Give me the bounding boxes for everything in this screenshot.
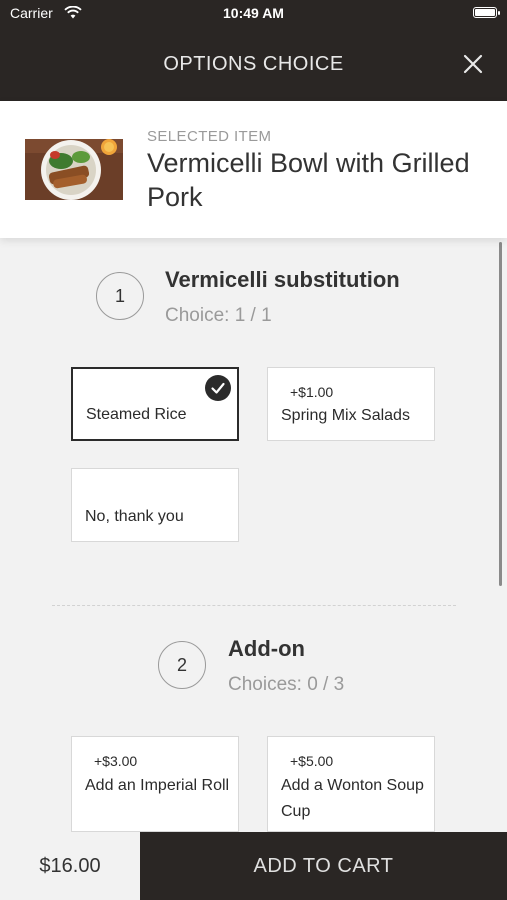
status-bar: Carrier 10:49 AM xyxy=(0,0,507,26)
close-icon[interactable] xyxy=(461,52,485,76)
options-list[interactable]: 1 Vermicelli substitution Choice: 1 / 1 … xyxy=(0,238,507,832)
selected-item-label: SELECTED ITEM xyxy=(147,128,272,145)
option-no-thank-you[interactable]: No, thank you xyxy=(71,468,239,542)
total-price: $16.00 xyxy=(0,832,140,900)
group-title: Add-on xyxy=(228,636,305,661)
header-bar: OPTIONS CHOICE xyxy=(0,26,507,101)
option-label: Add a Wonton Soup Cup xyxy=(281,777,424,820)
group-choice-count: Choices: 0 / 3 xyxy=(228,674,345,695)
divider xyxy=(52,605,456,606)
option-spring-mix-salads[interactable]: +$1.00 Spring Mix Salads xyxy=(267,367,435,441)
option-steamed-rice[interactable]: Steamed Rice xyxy=(71,367,239,441)
option-price: +$1.00 xyxy=(290,384,334,400)
add-to-cart-button[interactable]: ADD TO CART xyxy=(140,832,507,900)
group-choice-count: Choice: 1 / 1 xyxy=(165,305,272,326)
checkout-bar: $16.00 ADD TO CART xyxy=(0,832,507,900)
option-label: No, thank you xyxy=(85,508,184,525)
option-label: Steamed Rice xyxy=(86,406,187,423)
page-title: OPTIONS CHOICE xyxy=(163,53,344,75)
group-title: Vermicelli substitution xyxy=(165,267,400,292)
option-imperial-roll[interactable]: +$3.00 Add an Imperial Roll xyxy=(71,736,239,832)
battery-icon xyxy=(473,7,500,18)
option-wonton-soup[interactable]: +$5.00 Add a Wonton Soup Cup xyxy=(267,736,435,832)
food-thumbnail xyxy=(25,139,123,200)
option-price: +$3.00 xyxy=(94,753,138,769)
option-label: Add an Imperial Roll xyxy=(85,777,230,794)
step-number: 1 xyxy=(96,272,144,320)
option-label: Spring Mix Salads xyxy=(281,407,410,424)
scrollbar[interactable] xyxy=(499,242,502,586)
checkmark-icon xyxy=(205,375,231,401)
selected-item-name: Vermicelli Bowl with Grilled Pork xyxy=(147,148,470,212)
option-price: +$5.00 xyxy=(290,753,334,769)
step-number: 2 xyxy=(158,641,206,689)
selected-item-card: SELECTED ITEM Vermicelli Bowl with Grill… xyxy=(0,101,507,238)
clock: 10:49 AM xyxy=(223,5,284,21)
